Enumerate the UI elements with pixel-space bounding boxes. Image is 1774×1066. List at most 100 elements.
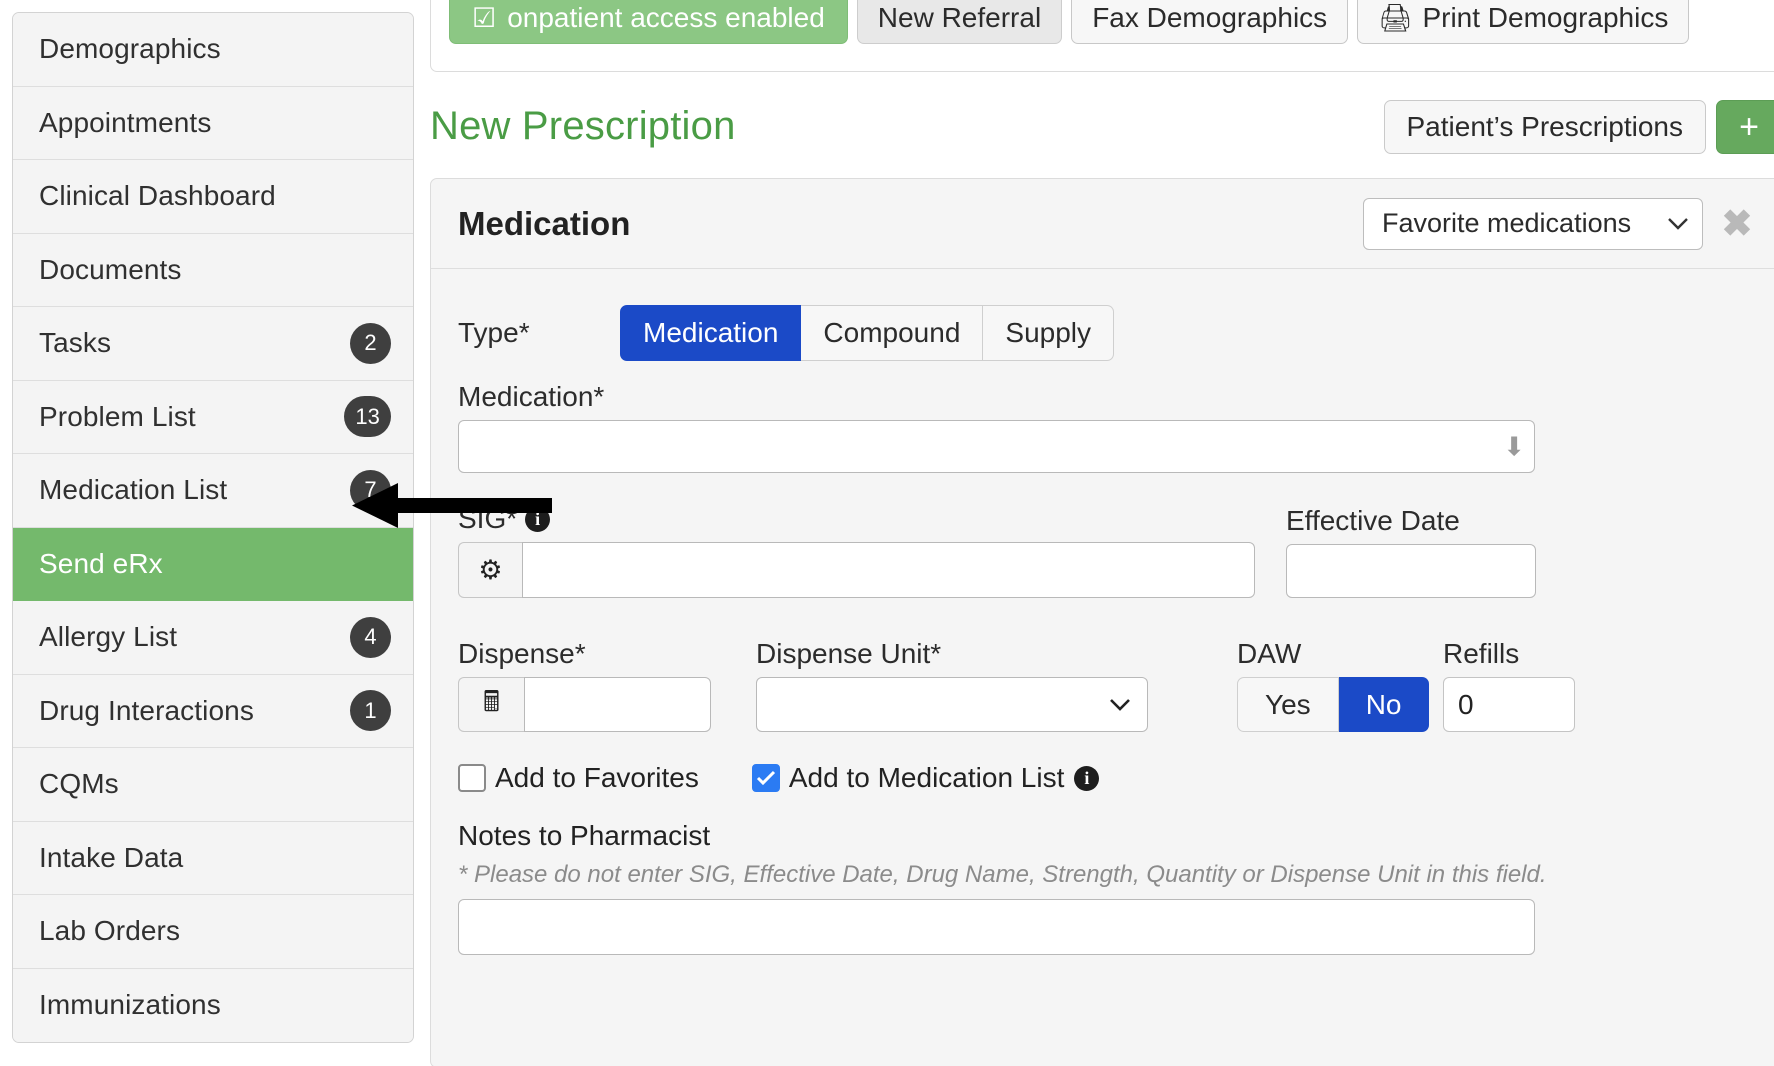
sidebar-item-label: Demographics	[39, 33, 221, 65]
dispense-column: Dispense* 🖩	[458, 622, 711, 732]
checkbox-row: Add to Favorites Add to Medication List …	[458, 762, 1754, 794]
medication-panel-header: Medication Favorite medications ✖	[431, 179, 1774, 269]
print-demographics-button[interactable]: 🖨 Print Demographics	[1357, 0, 1690, 44]
sidebar-item-send-erx[interactable]: Send eRx	[13, 527, 413, 601]
medication-form: Type* Medication Compound Supply Medicat…	[431, 269, 1774, 955]
sig-effective-row: SIG* i ⚙ Effective Date	[458, 487, 1754, 598]
sidebar-badge-tasks: 2	[350, 322, 391, 364]
patients-prescriptions-button[interactable]: Patient’s Prescriptions	[1383, 100, 1706, 154]
add-prescription-button[interactable]: +	[1716, 100, 1774, 154]
medication-input[interactable]	[458, 420, 1535, 473]
effective-date-input[interactable]	[1286, 544, 1536, 598]
printer-icon: 🖨	[1378, 2, 1413, 33]
type-row: Type* Medication Compound Supply	[458, 301, 1754, 365]
pointer-arrow	[352, 483, 552, 528]
favorite-medications-value: Favorite medications	[1382, 208, 1632, 238]
sidebar-item-label: Documents	[39, 253, 182, 285]
sig-input-group: ⚙	[458, 542, 1255, 598]
checkbox-checked-icon: ☑	[472, 2, 497, 33]
type-label: Type*	[458, 317, 530, 348]
sidebar-badge-drug-interactions: 1	[350, 690, 391, 732]
dispense-row: Dispense* 🖩 Dispense Unit* DAW Yes No Re…	[458, 622, 1754, 732]
close-icon[interactable]: ✖	[1709, 202, 1765, 245]
effective-date-column: Effective Date	[1286, 489, 1536, 598]
refills-label: Refills	[1443, 638, 1520, 669]
onpatient-access-button[interactable]: ☑ onpatient access enabled	[449, 0, 848, 44]
sidebar-item-problem-list[interactable]: Problem List 13	[13, 380, 413, 454]
main-content: ☑ onpatient access enabled New Referral …	[430, 0, 1774, 1066]
sig-input[interactable]	[522, 542, 1255, 598]
chevron-down-icon	[1668, 217, 1688, 230]
notes-warning-text: * Please do not enter SIG, Effective Dat…	[458, 861, 1547, 888]
sidebar-item-label: Send eRx	[39, 547, 163, 579]
sidebar-item-label: Clinical Dashboard	[39, 180, 276, 212]
sidebar-item-label: Medication List	[39, 474, 228, 506]
type-segmented-control: Medication Compound Supply	[620, 305, 1115, 361]
daw-option-no[interactable]: No	[1338, 677, 1430, 732]
add-to-favorites-label: Add to Favorites	[495, 762, 699, 793]
favorite-medications-select[interactable]: Favorite medications	[1363, 197, 1703, 250]
sidebar-item-label: Tasks	[39, 327, 112, 359]
sidebar-item-intake-data[interactable]: Intake Data	[13, 821, 413, 895]
calculator-icon[interactable]: 🖩	[458, 677, 524, 732]
notes-to-pharmacist-title: Notes to Pharmacist	[458, 820, 711, 851]
checkbox-checked-icon	[751, 764, 780, 792]
dispense-unit-column: Dispense Unit*	[756, 622, 1148, 732]
sidebar-item-label: CQMs	[39, 768, 119, 800]
dispense-label: Dispense*	[458, 638, 586, 669]
sidebar-item-label: Intake Data	[39, 841, 184, 873]
gear-icon[interactable]: ⚙	[458, 542, 522, 598]
sidebar-item-label: Immunizations	[39, 989, 221, 1021]
sidebar-badge-problem-list: 13	[344, 396, 391, 438]
sidebar-badge-allergy-list: 4	[350, 616, 391, 658]
section-header: New Prescription Patient’s Prescriptions…	[430, 100, 1774, 170]
type-option-medication[interactable]: Medication	[620, 305, 802, 361]
sidebar-item-label: Drug Interactions	[39, 694, 254, 726]
daw-column: DAW Yes No	[1237, 622, 1430, 732]
refills-input[interactable]: 0	[1443, 677, 1575, 732]
sidebar-item-drug-interactions[interactable]: Drug Interactions 1	[13, 674, 413, 748]
sidebar-item-appointments[interactable]: Appointments	[13, 86, 413, 160]
sig-column: SIG* i ⚙	[458, 487, 1255, 598]
sidebar-item-lab-orders[interactable]: Lab Orders	[13, 895, 413, 969]
checkbox-unchecked-icon	[458, 764, 486, 792]
section-actions: Patient’s Prescriptions +	[1383, 100, 1774, 154]
dropdown-arrow-icon[interactable]: ⬇	[1503, 431, 1525, 462]
type-option-compound[interactable]: Compound	[801, 305, 984, 361]
notes-to-pharmacist-input[interactable]	[458, 899, 1535, 955]
refills-column: Refills 0	[1443, 622, 1575, 732]
add-to-favorites-checkbox[interactable]: Add to Favorites	[458, 762, 699, 794]
sidebar-item-tasks[interactable]: Tasks 2	[13, 307, 413, 381]
page-title: New Prescription	[430, 104, 736, 148]
sidebar-item-allergy-list[interactable]: Allergy List 4	[13, 601, 413, 675]
sidebar-item-clinical-dashboard[interactable]: Clinical Dashboard	[13, 160, 413, 234]
sidebar-item-demographics[interactable]: Demographics	[13, 13, 413, 87]
onpatient-access-label: onpatient access enabled	[507, 2, 825, 33]
type-option-supply[interactable]: Supply	[983, 305, 1115, 361]
daw-option-yes[interactable]: Yes	[1237, 677, 1339, 732]
sidebar-item-label: Appointments	[39, 106, 212, 138]
sidebar-item-label: Allergy List	[39, 621, 178, 653]
medication-field-label: Medication*	[458, 381, 605, 412]
print-demographics-label: Print Demographics	[1422, 2, 1669, 33]
new-referral-button[interactable]: New Referral	[856, 0, 1063, 44]
info-icon[interactable]: i	[1074, 765, 1100, 791]
dispense-unit-select[interactable]	[756, 677, 1148, 732]
effective-date-label: Effective Date	[1286, 505, 1460, 536]
fax-demographics-button[interactable]: Fax Demographics	[1071, 0, 1349, 44]
patient-action-toolbar: ☑ onpatient access enabled New Referral …	[430, 0, 1774, 72]
sidebar-item-label: Problem List	[39, 400, 196, 432]
dispense-input-group: 🖩	[458, 677, 711, 732]
daw-segmented-control: Yes No	[1237, 677, 1430, 732]
medication-panel-title: Medication	[458, 204, 631, 242]
add-to-medication-list-checkbox[interactable]: Add to Medication List i	[751, 762, 1100, 794]
sidebar-item-immunizations[interactable]: Immunizations	[13, 968, 413, 1042]
sidebar-item-label: Lab Orders	[39, 915, 181, 947]
sig-field-label: SIG* i	[458, 503, 1255, 535]
sidebar-item-documents[interactable]: Documents	[13, 233, 413, 307]
sidebar-item-cqms[interactable]: CQMs	[13, 748, 413, 822]
daw-label: DAW	[1237, 638, 1302, 669]
dispense-input[interactable]	[524, 677, 711, 732]
chevron-down-icon	[1110, 698, 1130, 711]
add-to-medication-list-label: Add to Medication List	[788, 762, 1065, 793]
